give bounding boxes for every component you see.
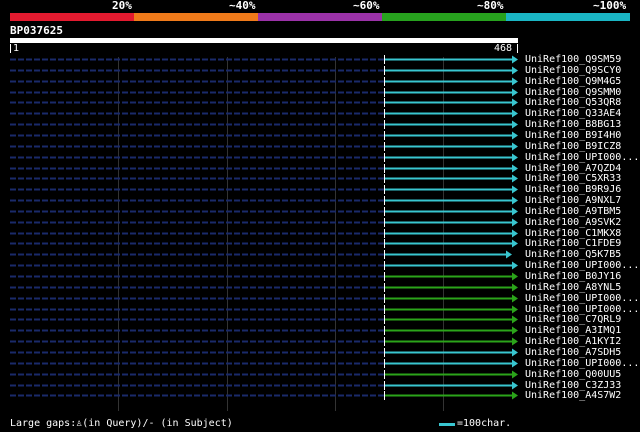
hit-row[interactable] xyxy=(0,315,520,324)
hit-arrow-icon xyxy=(512,174,518,183)
hit-arrow-icon xyxy=(512,109,518,118)
hit-arrow-icon xyxy=(512,239,518,248)
hit-row[interactable] xyxy=(0,207,520,216)
hit-arrow-icon xyxy=(512,66,518,75)
hit-label[interactable]: UniRef100_Q9SM59 xyxy=(525,54,621,65)
hit-label[interactable]: UniRef100_A8YNL5 xyxy=(525,282,621,293)
hit-arrow-icon xyxy=(512,294,518,303)
hit-row[interactable] xyxy=(0,359,520,368)
hit-row[interactable] xyxy=(0,153,520,162)
hit-label[interactable]: UniRef100_A3IMQ1 xyxy=(525,325,621,336)
hit-arrow-icon xyxy=(512,153,518,162)
hit-label[interactable]: UniRef100_UPI000... xyxy=(525,293,639,304)
hit-row[interactable] xyxy=(0,185,520,194)
hit-label[interactable]: UniRef100_C1FDE9 xyxy=(525,238,621,249)
hit-label[interactable]: UniRef100_Q9M4G5 xyxy=(525,76,621,87)
hit-row[interactable] xyxy=(0,337,520,346)
hit-arrow-icon xyxy=(512,207,518,216)
hit-label[interactable]: UniRef100_UPI000... xyxy=(525,152,639,163)
hit-row[interactable] xyxy=(0,391,520,400)
hit-label[interactable]: UniRef100_A9NXL7 xyxy=(525,195,621,206)
hit-row[interactable] xyxy=(0,250,520,259)
hit-arrow-icon xyxy=(512,164,518,173)
hit-label[interactable]: UniRef100_Q33AE4 xyxy=(525,108,621,119)
hit-arrow-icon xyxy=(512,218,518,227)
hit-label[interactable]: UniRef100_B9I4H0 xyxy=(525,130,621,141)
hit-label[interactable]: UniRef100_UPI000... xyxy=(525,358,639,369)
hit-row[interactable] xyxy=(0,66,520,75)
hit-label[interactable]: UniRef100_C5XR33 xyxy=(525,173,621,184)
hit-arrow-icon xyxy=(512,229,518,238)
hit-row[interactable] xyxy=(0,381,520,390)
hit-row[interactable] xyxy=(0,229,520,238)
hit-arrow-icon xyxy=(512,272,518,281)
hit-arrow-icon xyxy=(512,98,518,107)
hit-label[interactable]: UniRef100_A1KYI2 xyxy=(525,336,621,347)
hit-arrow-icon xyxy=(512,348,518,357)
hit-row[interactable] xyxy=(0,174,520,183)
hit-arrow-icon xyxy=(512,326,518,335)
hit-row[interactable] xyxy=(0,88,520,97)
hit-row[interactable] xyxy=(0,164,520,173)
hit-arrow-icon xyxy=(512,370,518,379)
hit-row[interactable] xyxy=(0,348,520,357)
hit-row[interactable] xyxy=(0,370,520,379)
hit-arrow-icon xyxy=(512,305,518,314)
gaps-legend: Large gaps:♙(in Query)/- (in Subject) xyxy=(10,418,233,429)
hit-row[interactable] xyxy=(0,77,520,86)
hit-row[interactable] xyxy=(0,261,520,270)
hit-arrow-icon xyxy=(512,391,518,400)
scale-bar xyxy=(439,423,455,426)
hit-label[interactable]: UniRef100_Q9SCY0 xyxy=(525,65,621,76)
hit-row[interactable] xyxy=(0,109,520,118)
hit-arrow-icon xyxy=(506,250,512,259)
hit-label[interactable]: UniRef100_Q53QR8 xyxy=(525,97,621,108)
hit-row[interactable] xyxy=(0,120,520,129)
hit-arrow-icon xyxy=(512,131,518,140)
hit-arrow-icon xyxy=(512,315,518,324)
hit-arrow-icon xyxy=(512,283,518,292)
hit-label[interactable]: UniRef100_A7SDH5 xyxy=(525,347,621,358)
hit-label[interactable]: UniRef100_B8BG13 xyxy=(525,119,621,130)
hit-row[interactable] xyxy=(0,142,520,151)
hit-row[interactable] xyxy=(0,131,520,140)
hit-arrow-icon xyxy=(512,120,518,129)
hit-label[interactable]: UniRef100_A9SVK2 xyxy=(525,217,621,228)
hit-row[interactable] xyxy=(0,305,520,314)
hit-label[interactable]: UniRef100_A4S7W2 xyxy=(525,390,621,401)
hit-label[interactable]: UniRef100_C7QRL9 xyxy=(525,314,621,325)
hit-label[interactable]: UniRef100_B9R9J6 xyxy=(525,184,621,195)
hit-label[interactable]: UniRef100_UPI000... xyxy=(525,260,639,271)
hit-row[interactable] xyxy=(0,272,520,281)
hit-arrow-icon xyxy=(512,185,518,194)
hit-label[interactable]: UniRef100_B9ICZ8 xyxy=(525,141,621,152)
hit-arrow-icon xyxy=(512,142,518,151)
hit-row[interactable] xyxy=(0,196,520,205)
hit-label[interactable]: UniRef100_Q5K7B5 xyxy=(525,249,621,260)
hit-arrow-icon xyxy=(512,261,518,270)
hit-arrow-icon xyxy=(512,88,518,97)
hit-label[interactable]: UniRef100_Q00UU5 xyxy=(525,369,621,380)
hit-arrow-icon xyxy=(512,381,518,390)
scale-label: =100char. xyxy=(457,418,512,429)
hit-row[interactable] xyxy=(0,326,520,335)
hit-list: UniRef100_Q9SM59 UniRef100_Q9SCY0 UniRef10… xyxy=(0,0,640,432)
hit-row[interactable] xyxy=(0,98,520,107)
hit-row[interactable] xyxy=(0,218,520,227)
hit-label[interactable]: UniRef100_A9TBM5 xyxy=(525,206,621,217)
hit-row[interactable] xyxy=(0,239,520,248)
hit-row[interactable] xyxy=(0,294,520,303)
hit-arrow-icon xyxy=(512,55,518,64)
hit-arrow-icon xyxy=(512,77,518,86)
hit-arrow-icon xyxy=(512,196,518,205)
hit-arrow-icon xyxy=(512,359,518,368)
hit-row[interactable] xyxy=(0,55,520,64)
hit-label[interactable]: UniRef100_B0JY16 xyxy=(525,271,621,282)
hit-row[interactable] xyxy=(0,283,520,292)
hit-arrow-icon xyxy=(512,337,518,346)
